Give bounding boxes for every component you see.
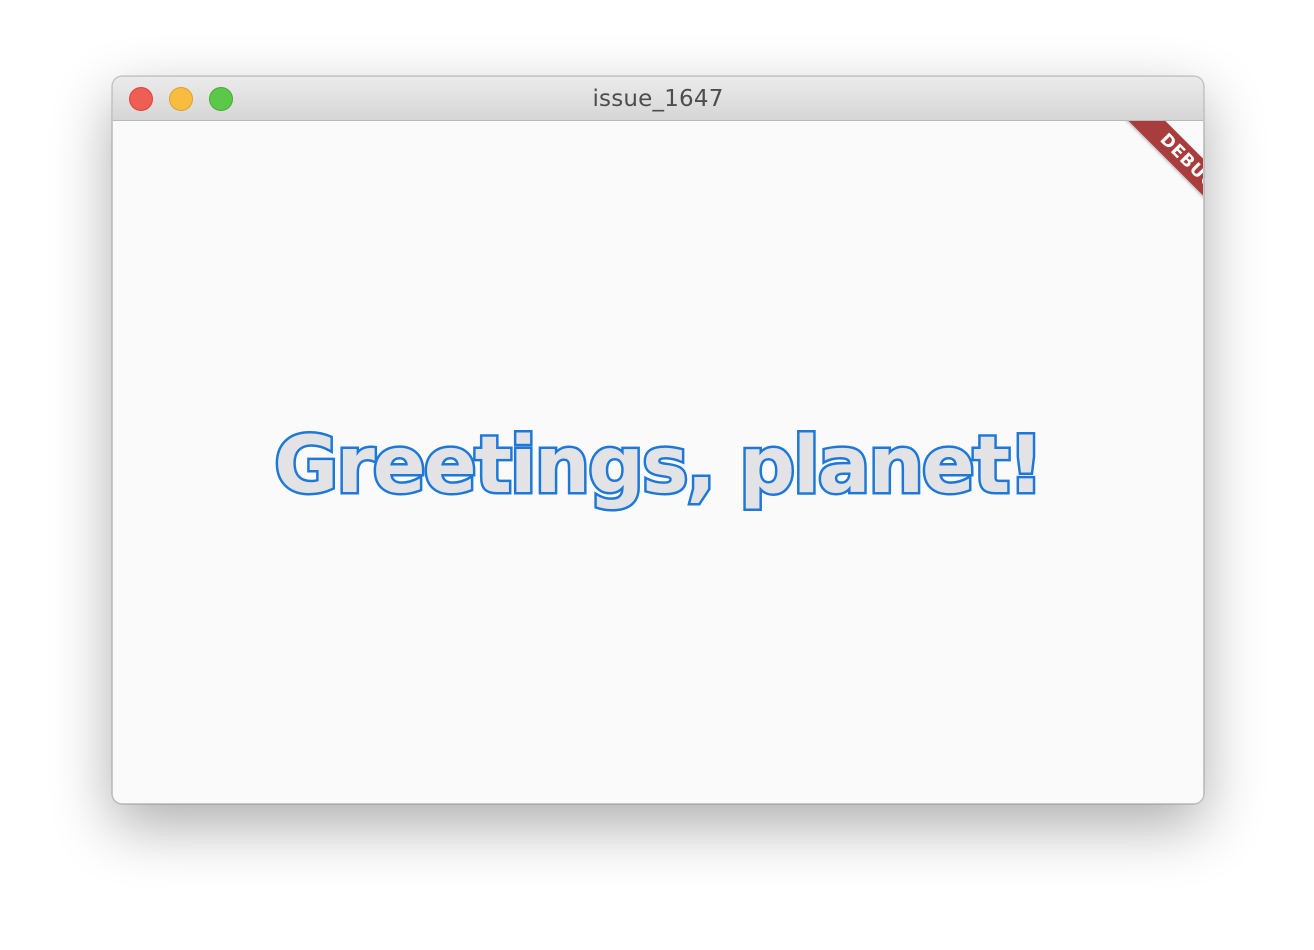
app-content: Greetings, planet! — [113, 121, 1203, 803]
title-bar[interactable]: issue_1647 — [113, 77, 1203, 121]
app-window: issue_1647 Greetings, planet! DEBUG — [112, 76, 1204, 804]
greeting-text: Greetings, planet! — [272, 419, 1046, 514]
debug-banner-label: DEBUG — [1122, 121, 1203, 228]
window-title: issue_1647 — [592, 86, 724, 112]
debug-banner: DEBUG — [1088, 121, 1203, 236]
